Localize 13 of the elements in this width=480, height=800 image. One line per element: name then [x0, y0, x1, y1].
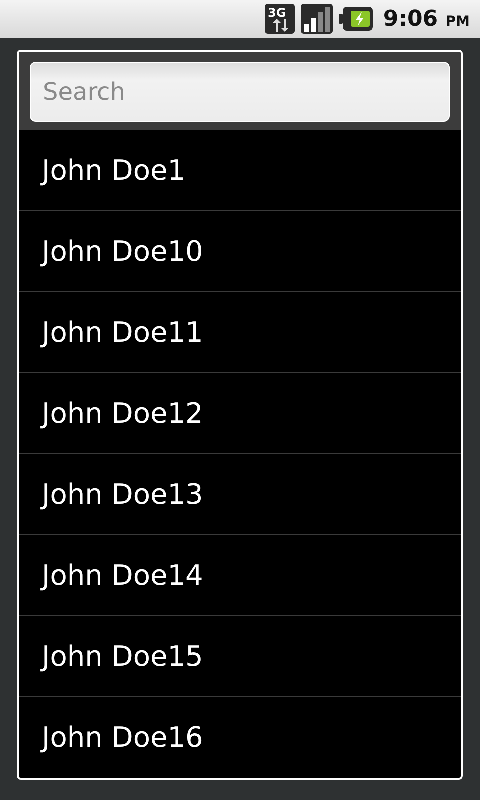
contact-item[interactable]: John Doe1	[19, 130, 461, 211]
clock: 9:06 PM	[383, 6, 470, 32]
signal-icon	[301, 4, 334, 34]
contact-item[interactable]: John Doe13	[19, 454, 461, 535]
battery-charging-icon	[339, 7, 374, 31]
contact-item[interactable]: John Doe14	[19, 535, 461, 616]
contact-item[interactable]: John Doe12	[19, 373, 461, 454]
contact-item[interactable]: John Doe11	[19, 292, 461, 373]
contact-item[interactable]: John Doe15	[19, 616, 461, 697]
mobile-data-icon: 3G	[265, 4, 296, 34]
contact-item[interactable]: John Doe16	[19, 697, 461, 778]
search-field[interactable]: Search	[30, 62, 450, 122]
contact-item[interactable]: John Doe10	[19, 211, 461, 292]
